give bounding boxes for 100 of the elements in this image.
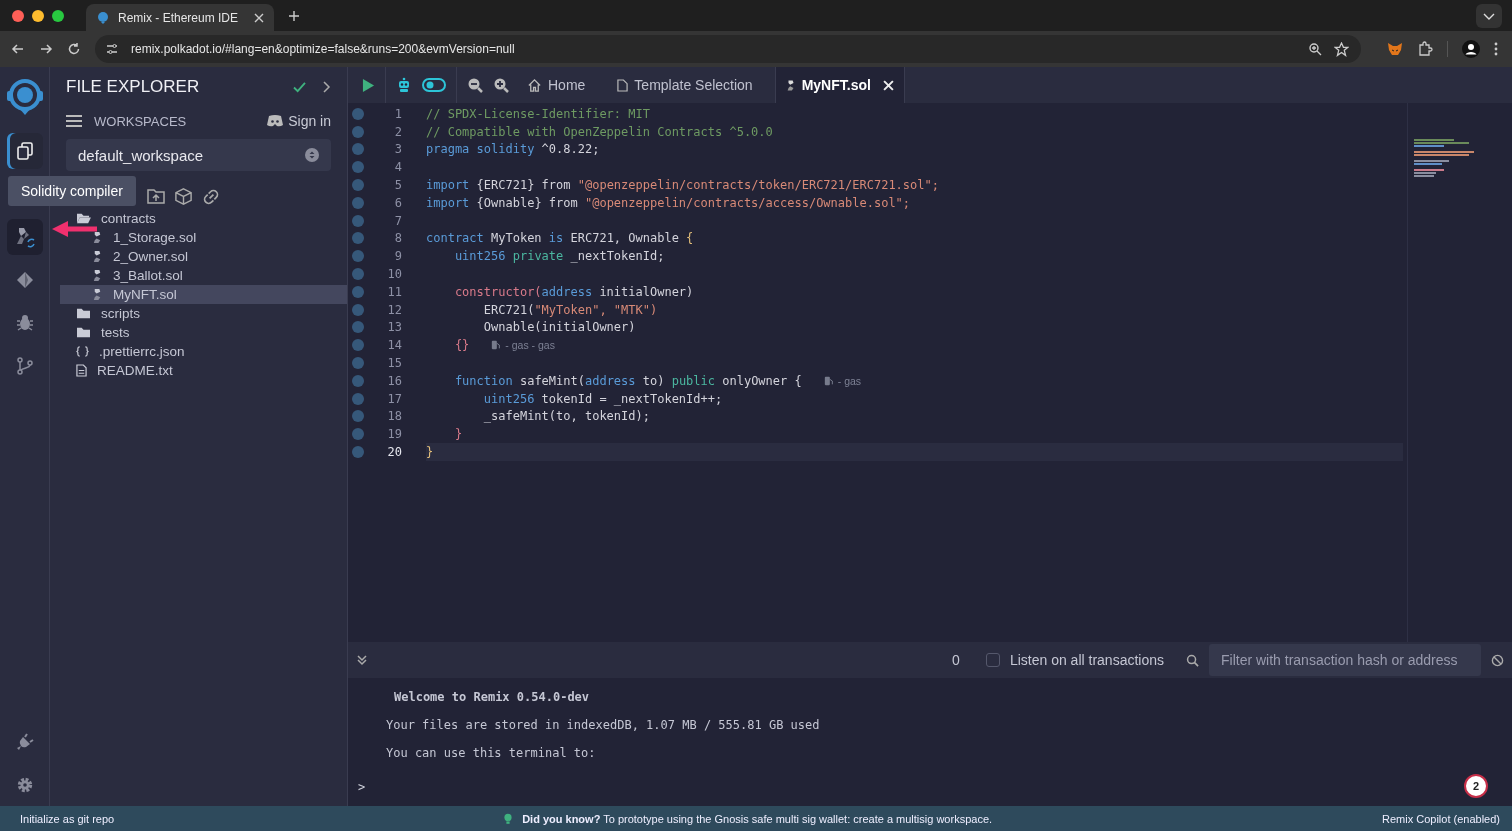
solidity-file-icon — [92, 250, 103, 263]
breakpoint-marker[interactable] — [352, 285, 364, 298]
zoom-in-icon[interactable] — [493, 77, 509, 93]
chevron-down-icon[interactable] — [1476, 3, 1502, 28]
terminal-prompt[interactable]: > — [358, 780, 366, 794]
editor-tab[interactable]: MyNFT.sol — [774, 67, 905, 103]
back-icon[interactable] — [11, 42, 25, 56]
checkbox-label[interactable]: Listen on all transactions — [1009, 652, 1164, 668]
files-plugin-button[interactable] — [6, 133, 43, 169]
code-line: pragma solidity ^0.8.22; — [426, 142, 600, 157]
transaction-count: 0 — [952, 652, 960, 668]
minimize-window-button[interactable] — [32, 9, 44, 22]
breakpoint-marker[interactable] — [352, 107, 364, 120]
close-window-button[interactable] — [12, 9, 24, 22]
new-tab-icon[interactable] — [288, 9, 300, 22]
clear-icon[interactable] — [1491, 653, 1504, 667]
gamepad-icon[interactable] — [267, 115, 284, 127]
file-tree-item[interactable]: .prettierrc.json — [99, 344, 185, 359]
editor-tab[interactable]: Template Selection — [607, 67, 775, 103]
breakpoint-marker[interactable] — [352, 268, 364, 281]
code-line: function safeMint(address to) public onlyOwner { — [453, 373, 802, 388]
cube-icon[interactable] — [174, 186, 193, 206]
file-tree-item[interactable]: 1_Storage.sol — [113, 230, 197, 245]
puzzle-icon[interactable] — [1417, 41, 1433, 57]
line-number: 11 — [386, 284, 402, 299]
check-icon — [293, 81, 306, 93]
breakpoint-marker[interactable] — [352, 196, 364, 209]
line-number: 13 — [386, 320, 402, 335]
breakpoint-marker[interactable] — [352, 446, 364, 459]
breakpoint-marker[interactable] — [352, 125, 364, 138]
address-bar-url[interactable]: remix.polkadot.io/#lang=en&optimize=false&runs=200&evmVersion=null — [131, 42, 515, 56]
breakpoint-marker[interactable] — [352, 410, 364, 423]
logo-icon[interactable] — [4, 77, 45, 117]
breakpoint-marker[interactable] — [352, 428, 364, 441]
breakpoint-marker[interactable] — [352, 321, 364, 334]
file-tree-item[interactable]: 2_Owner.sol — [113, 249, 189, 264]
zoom-icon[interactable] — [1308, 42, 1322, 56]
breakpoint-marker[interactable] — [352, 392, 364, 405]
profile-icon[interactable] — [1462, 40, 1480, 58]
breakpoint-marker[interactable] — [352, 232, 364, 245]
menu-icon[interactable] — [66, 114, 82, 128]
double-chevron-icon[interactable] — [356, 654, 368, 666]
file-tree-item[interactable]: tests — [101, 325, 130, 340]
fuel-pump-icon — [491, 340, 502, 351]
file-icon — [617, 78, 629, 92]
fox-icon[interactable] — [1387, 41, 1403, 57]
code-line: } — [453, 427, 463, 442]
breakpoint-marker[interactable] — [352, 214, 364, 227]
maximize-window-button[interactable] — [52, 9, 64, 22]
breakpoint-marker[interactable] — [352, 161, 364, 174]
breakpoint-marker[interactable] — [352, 250, 364, 263]
compiler-plugin-button[interactable] — [6, 219, 43, 255]
zoom-out-icon[interactable] — [467, 77, 483, 93]
workspace-select[interactable]: default_workspace — [66, 139, 331, 171]
file-tree-item[interactable]: contracts — [101, 211, 156, 226]
line-number: 4 — [393, 160, 402, 175]
breakpoint-marker[interactable] — [352, 303, 364, 316]
chevron-right-icon[interactable] — [323, 81, 331, 93]
robot-icon[interactable] — [396, 77, 412, 93]
code-line: // Compatible with OpenZeppelin Contracts ^5.0.0 — [426, 124, 773, 139]
file-tree-item[interactable]: scripts — [101, 306, 140, 321]
site-settings-icon[interactable] — [105, 42, 119, 56]
sign-in-button[interactable]: Sign in — [288, 113, 331, 129]
select-arrows-icon — [305, 148, 319, 162]
settings-icon[interactable] — [15, 776, 34, 794]
editor-tab[interactable]: Home — [517, 67, 608, 103]
line-number: 17 — [386, 391, 402, 406]
close-icon[interactable] — [254, 12, 264, 23]
file-tree-item[interactable]: MyNFT.sol — [113, 287, 177, 302]
breakpoint-marker[interactable] — [352, 374, 364, 387]
lightbulb-icon — [504, 812, 513, 825]
line-number: 2 — [393, 124, 402, 139]
file-tree-item[interactable]: README.txt — [97, 363, 173, 378]
breakpoint-marker[interactable] — [352, 179, 364, 192]
star-icon[interactable] — [1334, 41, 1349, 57]
notification-badge[interactable]: 2 — [1464, 774, 1488, 798]
run-icon[interactable] — [362, 77, 375, 93]
line-number: 8 — [393, 231, 402, 246]
line-number: 9 — [393, 249, 402, 264]
reload-icon[interactable] — [67, 42, 81, 56]
menu-icon[interactable] — [1494, 42, 1498, 56]
home-icon — [527, 77, 542, 93]
line-number: 6 — [393, 195, 402, 210]
git-init-link[interactable]: Initialize as git repo — [20, 812, 115, 825]
breakpoint-marker[interactable] — [352, 143, 364, 156]
line-number: 16 — [386, 373, 402, 388]
filter-input[interactable]: Filter with transaction hash or address — [1209, 644, 1481, 676]
toggle-switch-icon[interactable] — [422, 78, 446, 92]
browser-tab[interactable]: Remix - Ethereum IDE — [86, 4, 274, 31]
breakpoint-marker[interactable] — [352, 357, 364, 370]
copilot-status[interactable]: Remix Copilot (enabled) — [1382, 812, 1500, 825]
tooltip: Solidity compiler — [8, 176, 136, 206]
file-tree-item[interactable]: 3_Ballot.sol — [113, 268, 183, 283]
upload-folder-icon[interactable] — [146, 187, 166, 205]
line-number: 14 — [386, 338, 402, 353]
code-line: ERC721("MyToken", "MTK") — [482, 302, 658, 317]
search-icon[interactable] — [1186, 653, 1199, 667]
breakpoint-marker[interactable] — [352, 339, 364, 352]
forward-icon[interactable] — [39, 42, 53, 56]
checkbox[interactable] — [985, 653, 1000, 667]
